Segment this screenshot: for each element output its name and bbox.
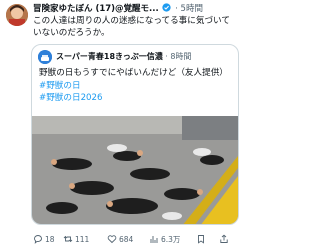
quoted-time: · 8時間 bbox=[165, 52, 192, 61]
quoted-author-name[interactable]: スーパー青春18きっぷ一信濃 bbox=[56, 52, 163, 61]
quoted-author-avatar[interactable] bbox=[38, 50, 52, 64]
bookmark-button[interactable] bbox=[196, 234, 206, 244]
share-icon bbox=[220, 234, 228, 243]
author-avatar[interactable] bbox=[6, 4, 28, 26]
share-button[interactable] bbox=[219, 234, 229, 244]
quoted-post[interactable]: スーパー青春18きっぷ一信濃 · 8時間 野獣の日もうすでにやばいんだけど（友人… bbox=[31, 44, 239, 225]
author-name[interactable]: 冒険家ゆたぼん (17)@覚醒モ... bbox=[33, 4, 159, 14]
verified-badge-icon bbox=[162, 3, 172, 12]
bookmark-icon bbox=[198, 235, 204, 244]
quoted-photo[interactable] bbox=[32, 116, 238, 225]
quoted-text-block: 野獣の日もうすでにやばいんだけど（友人提供） #野獣の日 #野獣の日2026 bbox=[39, 67, 235, 105]
retweet-count: 111 bbox=[75, 234, 90, 244]
views-icon bbox=[150, 236, 158, 243]
action-bar: 18 111 684 6.3万 bbox=[33, 232, 239, 246]
like-icon bbox=[107, 235, 117, 244]
post-header: 冒険家ゆたぼん (17)@覚醒モ... · 5時間 bbox=[33, 3, 239, 15]
retweet-button[interactable]: 111 bbox=[63, 234, 89, 244]
quoted-text: 野獣の日もうすでにやばいんだけど（友人提供） bbox=[39, 68, 228, 78]
post-time[interactable]: · 5時間 bbox=[175, 4, 203, 14]
quoted-header: スーパー青春18きっぷ一信濃 · 8時間 bbox=[56, 50, 236, 63]
views-count: 6.3万 bbox=[161, 234, 181, 244]
post-text: この人達は周りの人の迷惑になってる事に気づいていないのだろうか。 bbox=[33, 16, 230, 38]
like-count: 684 bbox=[119, 234, 134, 244]
reply-icon bbox=[34, 235, 42, 244]
reply-count: 18 bbox=[45, 234, 55, 244]
like-button[interactable]: 684 bbox=[107, 234, 133, 244]
hashtag-link[interactable]: #野獣の日2026 bbox=[39, 92, 235, 105]
reply-button[interactable]: 18 bbox=[33, 234, 55, 244]
retweet-icon bbox=[63, 235, 73, 243]
hashtag-link[interactable]: #野獣の日 bbox=[39, 80, 235, 93]
views-button[interactable]: 6.3万 bbox=[149, 234, 180, 245]
